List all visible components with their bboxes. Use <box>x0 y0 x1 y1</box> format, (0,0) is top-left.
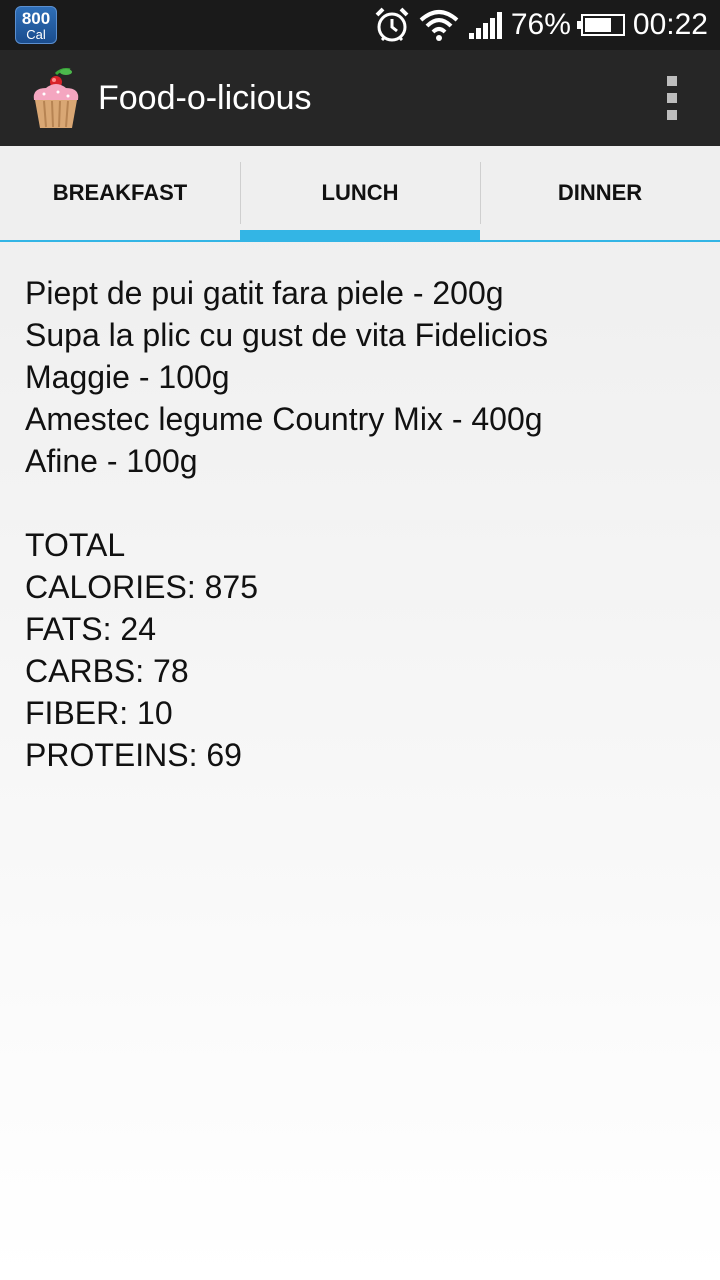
status-icons: 76% 00:22 <box>373 0 708 50</box>
food-item: Maggie - 100g <box>25 359 230 395</box>
overflow-dot <box>667 110 677 120</box>
total-fats: FATS: 24 <box>25 611 157 647</box>
tab-breakfast[interactable]: BREAKFAST <box>0 146 240 240</box>
battery-fill <box>584 18 612 32</box>
battery-icon <box>576 14 625 36</box>
total-calories: CALORIES: 875 <box>25 569 258 605</box>
food-item: Supa la plic cu gust de vita Fidelicios <box>25 317 548 353</box>
cal-badge-number: 800 <box>21 8 51 28</box>
overflow-dot <box>667 76 677 86</box>
calorie-counter-notification-icon[interactable]: 800 Cal <box>15 6 57 44</box>
clock: 00:22 <box>632 8 708 41</box>
app-title: Food-o-licious <box>98 79 312 117</box>
tab-dinner[interactable]: DINNER <box>480 146 720 240</box>
signal-icon <box>468 12 502 39</box>
total-heading: TOTAL <box>25 527 126 563</box>
meal-tabs: BREAKFAST LUNCH DINNER <box>0 146 720 242</box>
overflow-menu-button[interactable] <box>664 76 680 120</box>
food-item: Afine - 100g <box>25 443 198 479</box>
food-item: Amestec legume Country Mix - 400g <box>25 401 543 437</box>
cal-badge-unit: Cal <box>26 26 46 42</box>
battery-percent: 76% <box>510 8 571 41</box>
overflow-dot <box>667 93 677 103</box>
wifi-icon <box>419 10 459 41</box>
alarm-icon <box>375 7 409 42</box>
total-proteins: PROTEINS: 69 <box>25 737 242 773</box>
meal-content: Piept de pui gatit fara piele - 200g Sup… <box>25 272 705 776</box>
tab-lunch[interactable]: LUNCH <box>240 146 480 242</box>
food-item: Piept de pui gatit fara piele - 200g <box>25 275 504 311</box>
total-fiber: FIBER: 10 <box>25 695 173 731</box>
cupcake-icon[interactable] <box>28 66 84 130</box>
action-bar: Food-o-licious <box>0 50 720 146</box>
status-bar: 800 Cal 76% 00:22 <box>0 0 720 50</box>
total-carbs: CARBS: 78 <box>25 653 189 689</box>
